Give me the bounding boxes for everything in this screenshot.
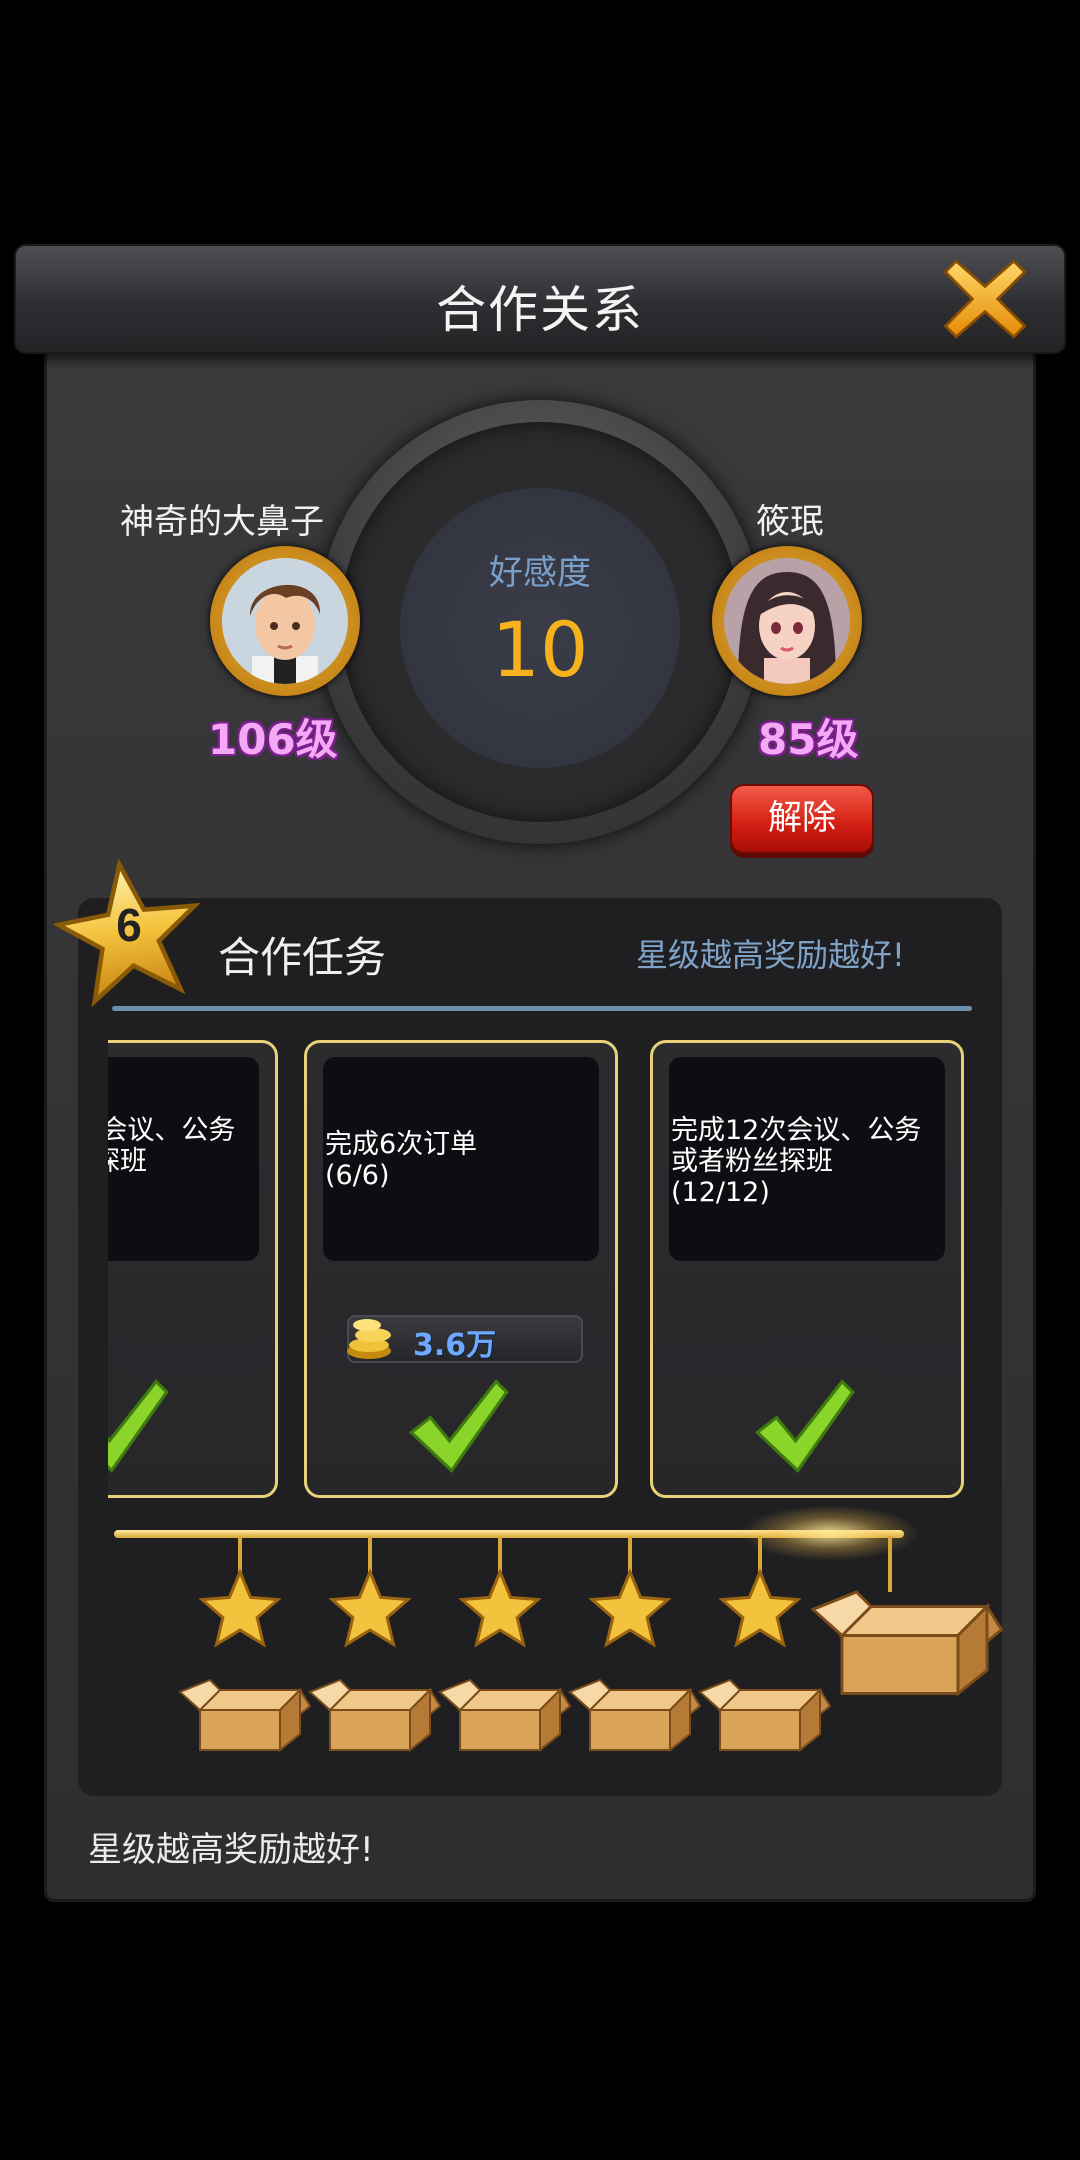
- left-player-avatar[interactable]: [210, 546, 360, 696]
- affinity-value: 10: [491, 605, 589, 694]
- task-card-list[interactable]: 完成12次会议、公务 或者粉丝探班 完成6次订单 (6/6) 3.6万: [108, 1030, 988, 1500]
- task-card[interactable]: 完成6次订单 (6/6) 3.6万: [304, 1040, 618, 1498]
- task-divider: [112, 1006, 972, 1011]
- affinity-label: 好感度: [489, 553, 591, 593]
- left-player-name: 神奇的大鼻子: [120, 502, 324, 542]
- dialog-title: 合作关系: [436, 281, 644, 339]
- reward-star-icon: [328, 1568, 412, 1648]
- task-card[interactable]: 完成12次会议、公务 或者粉丝探班: [108, 1040, 278, 1498]
- star-hanger: [628, 1536, 632, 1572]
- reward-star-icon: [198, 1568, 282, 1648]
- reward-bar: 3.6万: [347, 1315, 583, 1363]
- check-icon: [108, 1379, 169, 1473]
- task-title: 合作任务: [218, 933, 387, 982]
- right-player-avatar[interactable]: [712, 546, 862, 696]
- star-hanger: [238, 1536, 242, 1572]
- task-card[interactable]: 完成12次会议、公务 或者粉丝探班 (12/12): [650, 1040, 964, 1498]
- male-avatar-icon: [222, 558, 348, 684]
- star-reward-track: [178, 1536, 1004, 1753]
- reward-chest-icon[interactable]: [438, 1678, 572, 1753]
- task-description: 完成6次订单 (6/6): [325, 1129, 478, 1191]
- footer-hint: 星级越高奖励越好!: [88, 1830, 374, 1870]
- star-hanger: [498, 1536, 502, 1572]
- check-icon: [408, 1379, 509, 1473]
- close-icon[interactable]: [940, 254, 1030, 344]
- star-hanger: [758, 1536, 762, 1572]
- release-button[interactable]: 解除: [730, 784, 874, 854]
- reward-star-icon: [588, 1568, 672, 1648]
- right-player-level: 85级: [758, 715, 859, 764]
- reward-star-icon: [458, 1568, 542, 1648]
- reward-chest-icon[interactable]: [178, 1678, 312, 1753]
- reward-chest-icon[interactable]: [568, 1678, 702, 1753]
- star-hanger: [368, 1536, 372, 1572]
- final-reward-chest-icon[interactable]: [810, 1590, 1004, 1697]
- right-player-name: 筱珉: [756, 502, 824, 542]
- task-description: 完成12次会议、公务 或者粉丝探班 (12/12): [671, 1115, 922, 1208]
- task-description: 完成12次会议、公务 或者粉丝探班: [108, 1115, 236, 1177]
- star-count: 6: [116, 899, 142, 951]
- check-icon: [754, 1379, 855, 1473]
- reward-amount: 3.6万: [413, 1328, 497, 1363]
- chest-hanger: [888, 1536, 892, 1592]
- reward-star-icon: [718, 1568, 802, 1648]
- female-avatar-icon: [724, 558, 850, 684]
- reward-chest-icon[interactable]: [698, 1678, 832, 1753]
- coin-stack-icon: [347, 1319, 391, 1359]
- left-player-level: 106级: [208, 715, 338, 764]
- task-hint: 星级越高奖励越好!: [636, 936, 905, 974]
- reward-chest-icon[interactable]: [308, 1678, 442, 1753]
